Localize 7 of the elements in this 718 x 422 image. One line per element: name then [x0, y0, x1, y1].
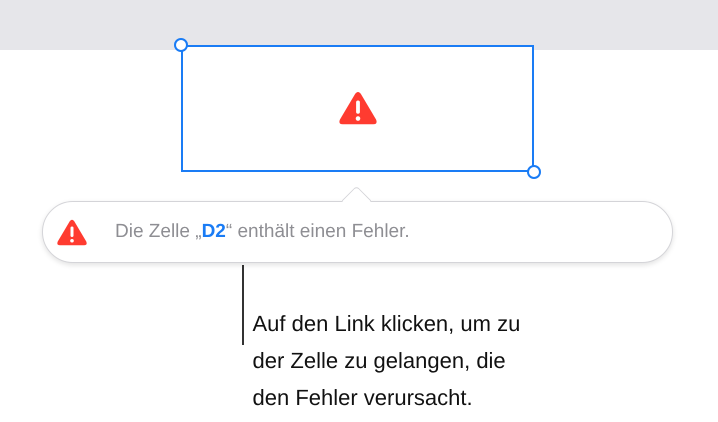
warning-icon	[57, 218, 87, 246]
cell-link[interactable]: D2	[202, 221, 226, 242]
error-message: Die Zelle „D2“ enthält einen Fehler.	[115, 221, 410, 243]
table-cell[interactable]	[181, 45, 534, 172]
selection-handle[interactable]	[527, 165, 541, 179]
warning-icon	[338, 91, 376, 126]
callout-text: Auf den Link klicken, um zu der Zelle zu gelangen, die den Fehler verursacht.	[252, 310, 520, 412]
